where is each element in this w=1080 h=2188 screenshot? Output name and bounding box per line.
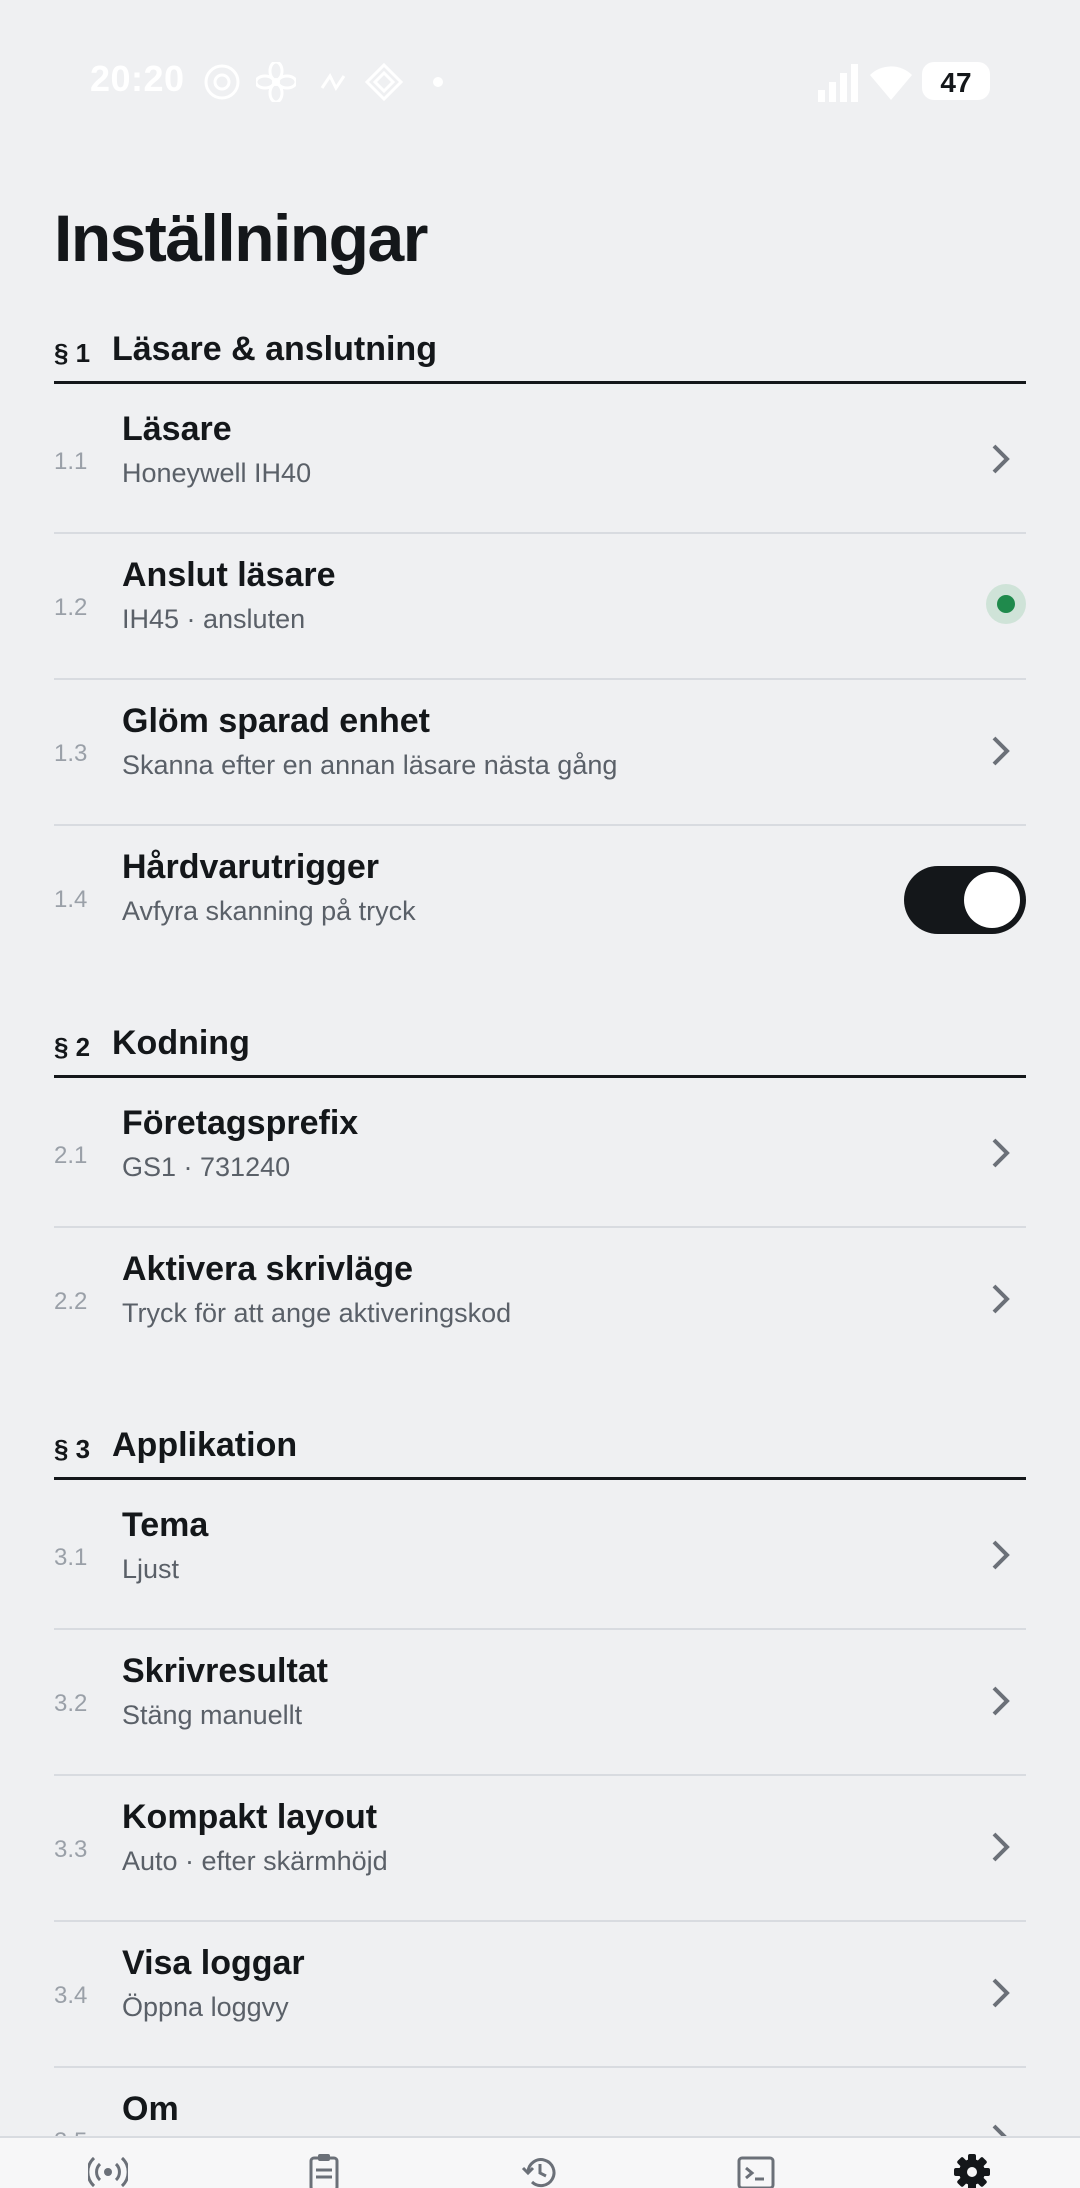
row-title: Kompakt layout	[122, 1798, 378, 1836]
row-subtitle: Ljust	[122, 1554, 180, 1584]
section-header-reader: § 1 Läsare & anslutning	[54, 330, 1026, 384]
broadcast-icon	[88, 2156, 128, 2188]
chevron-right-icon	[992, 444, 1010, 474]
fan-icon	[256, 62, 296, 102]
page-title: Inställningar	[54, 201, 428, 275]
status-time: 20:20	[90, 58, 185, 99]
setting-row-show-logs[interactable]: 3.4 Visa loggar Öppna loggvy	[54, 1922, 1026, 2068]
row-number: 2.1	[54, 1142, 88, 1169]
setting-row-hardware-trigger: 1.4 Hårdvarutrigger Avfyra skanning på t…	[54, 826, 1026, 972]
nfc-icon	[320, 73, 346, 91]
row-title: Läsare	[122, 410, 232, 448]
setting-row-forget-device[interactable]: 1.3 Glöm sparad enhet Skanna efter en an…	[54, 680, 1026, 826]
section-number: § 3	[54, 1434, 91, 1464]
row-title: Aktivera skrivläge	[122, 1250, 414, 1288]
setting-row-activate-write-mode[interactable]: 2.2 Aktivera skrivläge Tryck för att ang…	[54, 1228, 1026, 1374]
chevron-right-icon	[992, 1284, 1010, 1314]
row-subtitle: Auto · efter skärmhöjd	[122, 1846, 388, 1876]
row-number: 3.4	[54, 1982, 88, 2009]
row-number: 1.3	[54, 740, 88, 767]
chevron-right-icon	[992, 736, 1010, 766]
section-title: Kodning	[112, 1024, 250, 1062]
chevron-right-icon	[992, 1138, 1010, 1168]
diamond-icon	[364, 62, 404, 102]
connected-dot	[997, 595, 1015, 613]
chevron-right-icon	[992, 1540, 1010, 1570]
setting-row-write-result[interactable]: 3.2 Skrivresultat Stäng manuellt	[54, 1630, 1026, 1776]
chevron-right-icon	[992, 1978, 1010, 2008]
row-number: 2.2	[54, 1288, 88, 1315]
section-title: Applikation	[112, 1426, 298, 1464]
section-header-application: § 3 Applikation	[54, 1426, 1026, 1480]
row-title: Företagsprefix	[122, 1104, 359, 1142]
row-subtitle: Öppna loggvy	[122, 1992, 289, 2022]
row-subtitle: Skanna efter en annan läsare nästa gång	[122, 750, 618, 780]
connected-status-indicator	[986, 584, 1026, 624]
row-subtitle: GS1 · 731240	[122, 1152, 291, 1182]
toggle-knob	[964, 872, 1020, 928]
wifi-icon	[870, 66, 912, 100]
row-number: 3.1	[54, 1544, 88, 1571]
row-number: 3.2	[54, 1690, 88, 1717]
row-title: Glöm sparad enhet	[122, 702, 430, 740]
row-title: Om	[122, 2090, 179, 2128]
nav-item-orders[interactable]	[216, 2138, 432, 2188]
history-icon	[521, 2158, 556, 2188]
row-subtitle: Honeywell IH40	[122, 458, 312, 488]
row-subtitle: Stäng manuellt	[122, 1700, 303, 1730]
row-subtitle: IH45 · ansluten	[122, 604, 306, 634]
dot-icon	[433, 77, 443, 87]
row-title: Visa loggar	[122, 1944, 305, 1982]
chevron-right-icon	[992, 1686, 1010, 1716]
row-title: Hårdvarutrigger	[122, 848, 379, 886]
row-title: Tema	[122, 1506, 209, 1544]
section-number: § 2	[54, 1032, 91, 1062]
row-title: Anslut läsare	[122, 556, 336, 594]
hardware-trigger-toggle[interactable]	[904, 866, 1026, 934]
bottom-nav	[0, 2136, 1080, 2188]
nav-item-history[interactable]	[432, 2138, 648, 2188]
row-title: Skrivresultat	[122, 1652, 328, 1690]
row-subtitle: Avfyra skanning på tryck	[122, 896, 416, 926]
at-icon	[204, 64, 240, 100]
settings-screen: 20:20 47 Inställningar § 1 Läsare & ansl…	[0, 0, 1080, 2188]
signal-icon	[818, 64, 858, 102]
chevron-right-icon	[992, 1832, 1010, 1862]
section-title: Läsare & anslutning	[112, 330, 437, 368]
setting-row-company-prefix[interactable]: 2.1 Företagsprefix GS1 · 731240	[54, 1082, 1026, 1228]
row-number: 1.1	[54, 448, 88, 475]
status-bar: 20:20 47	[0, 0, 1080, 160]
setting-row-connect-reader[interactable]: 1.2 Anslut läsare IH45 · ansluten	[54, 534, 1026, 680]
nav-item-scan[interactable]	[0, 2138, 216, 2188]
row-number: 1.2	[54, 594, 88, 621]
battery-level: 47	[940, 67, 972, 98]
setting-row-reader[interactable]: 1.1 Läsare Honeywell IH40	[54, 388, 1026, 534]
setting-row-compact-layout[interactable]: 3.3 Kompakt layout Auto · efter skärmhöj…	[54, 1776, 1026, 1922]
terminal-icon	[737, 2156, 775, 2188]
nav-item-terminal[interactable]	[648, 2138, 864, 2188]
clipboard-icon	[309, 2154, 339, 2188]
row-number: 3.3	[54, 1836, 88, 1863]
section-number: § 1	[54, 338, 91, 368]
nav-item-settings[interactable]	[864, 2138, 1080, 2188]
row-number: 1.4	[54, 886, 88, 913]
section-header-encoding: § 2 Kodning	[54, 1024, 1026, 1078]
setting-row-theme[interactable]: 3.1 Tema Ljust	[54, 1484, 1026, 1630]
battery-icon: 47	[922, 62, 990, 100]
row-subtitle: Tryck för att ange aktiveringskod	[122, 1298, 512, 1328]
gear-icon	[954, 2154, 990, 2188]
